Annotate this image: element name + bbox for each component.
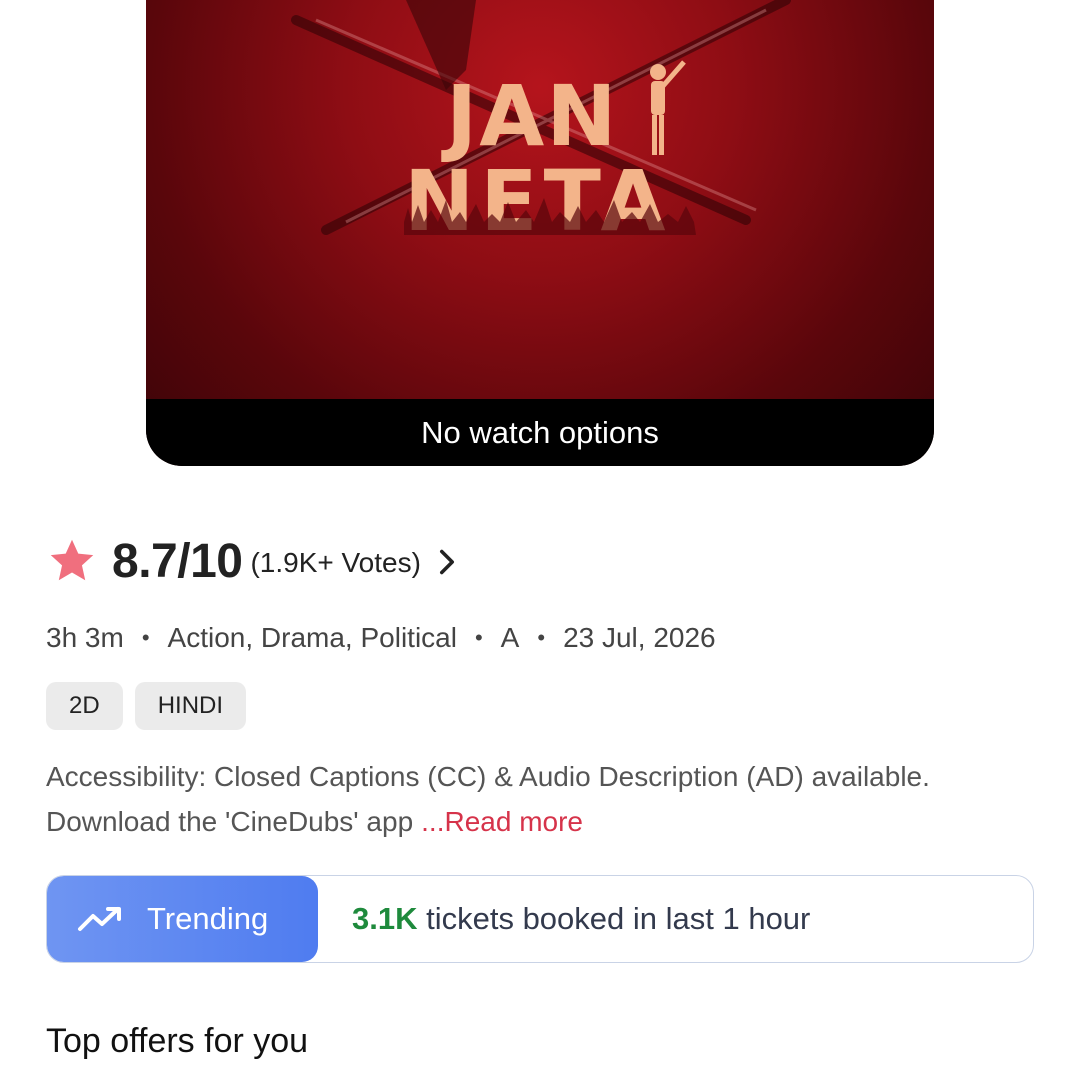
read-more-link[interactable]: ...Read more (421, 806, 583, 837)
star-icon (50, 539, 94, 581)
no-watch-options-label: No watch options (146, 399, 934, 466)
top-offers-heading: Top offers for you (46, 1022, 309, 1060)
trending-label: Trending (147, 901, 269, 936)
movie-release-date: 23 Jul, 2026 (563, 622, 716, 653)
accessibility-note: Accessibility: Closed Captions (CC) & Au… (46, 754, 946, 844)
movie-meta: 3h 3m • Action, Drama, Political • A • 2… (46, 618, 716, 658)
poster-title-line1: JAN (441, 67, 619, 165)
tickets-booked-count: 3.1K (352, 901, 418, 936)
meta-separator: • (141, 625, 150, 650)
figure-silhouette-icon (650, 60, 686, 155)
trending-up-icon (78, 907, 121, 931)
rating-votes: (1.9K+ Votes) (250, 547, 421, 578)
format-tags: 2D HINDI (46, 682, 247, 730)
trending-badge: Trending (47, 876, 318, 962)
rating-score: 8.7/10 (112, 534, 243, 588)
movie-details-page: JAN NETA No watch options 8.7/10 (1.9K+ … (0, 0, 1080, 1080)
trending-info: 3.1K tickets booked in last 1 hour (352, 901, 810, 937)
chevron-right-icon[interactable] (437, 548, 457, 576)
tag-language: HINDI (134, 682, 247, 730)
poster-title-line2: NETA (404, 152, 671, 250)
movie-duration: 3h 3m (46, 622, 124, 653)
tag-format: 2D (46, 682, 123, 730)
meta-separator: • (537, 625, 546, 650)
movie-poster[interactable]: JAN NETA No watch options (146, 0, 934, 466)
meta-separator: • (474, 625, 483, 650)
poster-artwork: JAN NETA (291, 0, 791, 250)
rating-row[interactable]: 8.7/10 (1.9K+ Votes) (46, 528, 457, 594)
tickets-booked-text: tickets booked in last 1 hour (417, 901, 811, 936)
movie-certificate: A (500, 622, 520, 653)
trending-banner[interactable]: Trending 3.1K tickets booked in last 1 h… (46, 875, 1034, 963)
movie-genres: Action, Drama, Political (167, 622, 457, 653)
